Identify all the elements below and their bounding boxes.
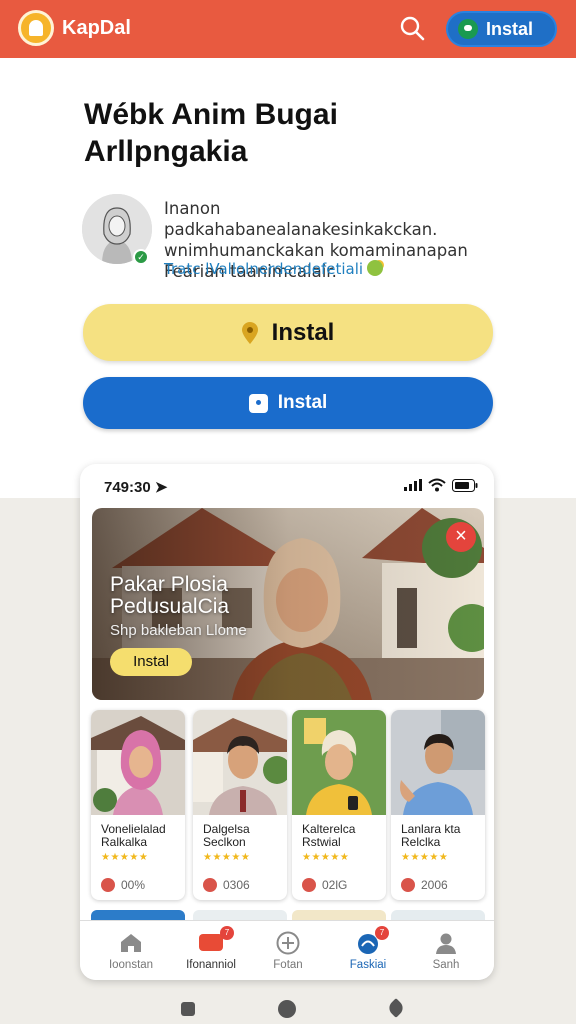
banner-title: Pakar Plosia PedusualCia — [110, 573, 230, 618]
home-button-icon[interactable] — [278, 1000, 296, 1018]
like-icon — [203, 878, 217, 892]
install-app-icon — [248, 393, 268, 413]
tab-notifications-label: Faskiai — [349, 959, 387, 971]
profile-photo — [391, 710, 485, 815]
banner-subtitle: Shp bakleban Llome — [110, 622, 247, 639]
card-stat: 2006 — [401, 878, 448, 892]
recent-apps-icon[interactable] — [181, 1002, 195, 1016]
verified-check-icon: ✓ — [133, 249, 149, 265]
info-link-label: Tratc lVallolnerdendefetiali — [164, 260, 364, 278]
tab-profile-label: Sanh — [432, 959, 460, 971]
bottom-tab-bar: Ioonstan 7 Ifonanniol Fotan 7 Faskiai Sa… — [80, 920, 494, 980]
card-name: Dalgelsa Seclkon — [203, 822, 250, 849]
tab-messages-label: Ifonanniol — [186, 959, 236, 971]
featured-banner[interactable]: Pakar Plosia PedusualCia Shp bakleban Ll… — [92, 508, 484, 700]
rating-stars: ★★★★★ — [302, 852, 350, 863]
location-pin-icon — [241, 321, 258, 344]
profile-photo — [193, 710, 287, 815]
page-title: Wébk Anim Bugai Arllpngakia — [84, 98, 338, 168]
header-install-button[interactable]: Instal — [446, 11, 557, 47]
status-time: 749:30 ➤ — [104, 479, 168, 496]
secondary-install-label: Instal — [277, 392, 328, 413]
rating-stars: ★★★★★ — [101, 852, 149, 863]
back-icon[interactable] — [386, 998, 406, 1018]
profile-card[interactable]: Kalterelca Rstwial ★★★★★ 02lG — [292, 710, 386, 900]
profile-card[interactable]: Lanlara kta Relclka ★★★★★ 2006 — [391, 710, 485, 900]
card-name: Vonelielalad Ralkalka — [101, 822, 166, 849]
primary-install-label: Instal — [271, 318, 335, 346]
close-icon[interactable]: × — [446, 522, 476, 552]
card-stat: 02lG — [302, 878, 347, 892]
tab-messages[interactable]: 7 Ifonanniol — [170, 921, 252, 980]
primary-install-button[interactable]: Instal — [83, 304, 493, 361]
status-icons — [404, 478, 478, 492]
system-nav-bar — [0, 990, 576, 1024]
app-bar: KapDal Instal — [0, 0, 576, 58]
like-icon — [401, 878, 415, 892]
tab-create-label: Fotan — [273, 959, 303, 971]
profile-icon — [436, 933, 456, 954]
tab-home[interactable]: Ioonstan — [90, 921, 172, 980]
card-name: Lanlara kta Relclka — [401, 822, 461, 849]
phone-preview: 749:30 ➤ Pakar Plosia PedusualCia Shp ba… — [80, 464, 494, 980]
rating-stars: ★★★★★ — [203, 852, 251, 863]
notification-badge: 7 — [220, 926, 234, 940]
profile-card[interactable]: Dalgelsa Seclkon ★★★★★ 0306 — [193, 710, 287, 900]
profile-photo — [91, 710, 185, 815]
card-name: Kalterelca Rstwial — [302, 822, 356, 849]
search-icon[interactable] — [398, 14, 426, 42]
app-logo-icon — [18, 10, 54, 46]
battery-icon — [452, 478, 478, 492]
tab-notifications[interactable]: 7 Faskiai — [327, 921, 409, 980]
sparkle-icon — [367, 260, 384, 276]
signal-icon — [404, 479, 422, 491]
banner-install-button[interactable]: Instal — [110, 648, 192, 676]
header-install-label: Instal — [486, 18, 534, 39]
app-name: KapDal — [62, 17, 131, 39]
tab-create[interactable]: Fotan — [247, 921, 329, 980]
card-stat: 0306 — [203, 878, 250, 892]
notification-badge: 7 — [375, 926, 389, 940]
secondary-install-button[interactable]: Instal — [83, 377, 493, 429]
rating-stars: ★★★★★ — [401, 852, 449, 863]
wifi-icon — [428, 478, 446, 492]
info-link[interactable]: Tratc lVallolnerdendefetiali — [164, 260, 384, 278]
tab-profile[interactable]: Sanh — [405, 921, 487, 980]
like-icon — [302, 878, 316, 892]
chat-bubble-icon — [458, 19, 478, 39]
like-icon — [101, 878, 115, 892]
plus-circle-icon — [276, 931, 300, 955]
profile-photo — [292, 710, 386, 815]
card-stat: 00% — [101, 878, 145, 892]
tab-home-label: Ioonstan — [108, 959, 154, 971]
profile-card[interactable]: Vonelielalad Ralkalka ★★★★★ 00% — [91, 710, 185, 900]
home-icon — [121, 934, 141, 952]
